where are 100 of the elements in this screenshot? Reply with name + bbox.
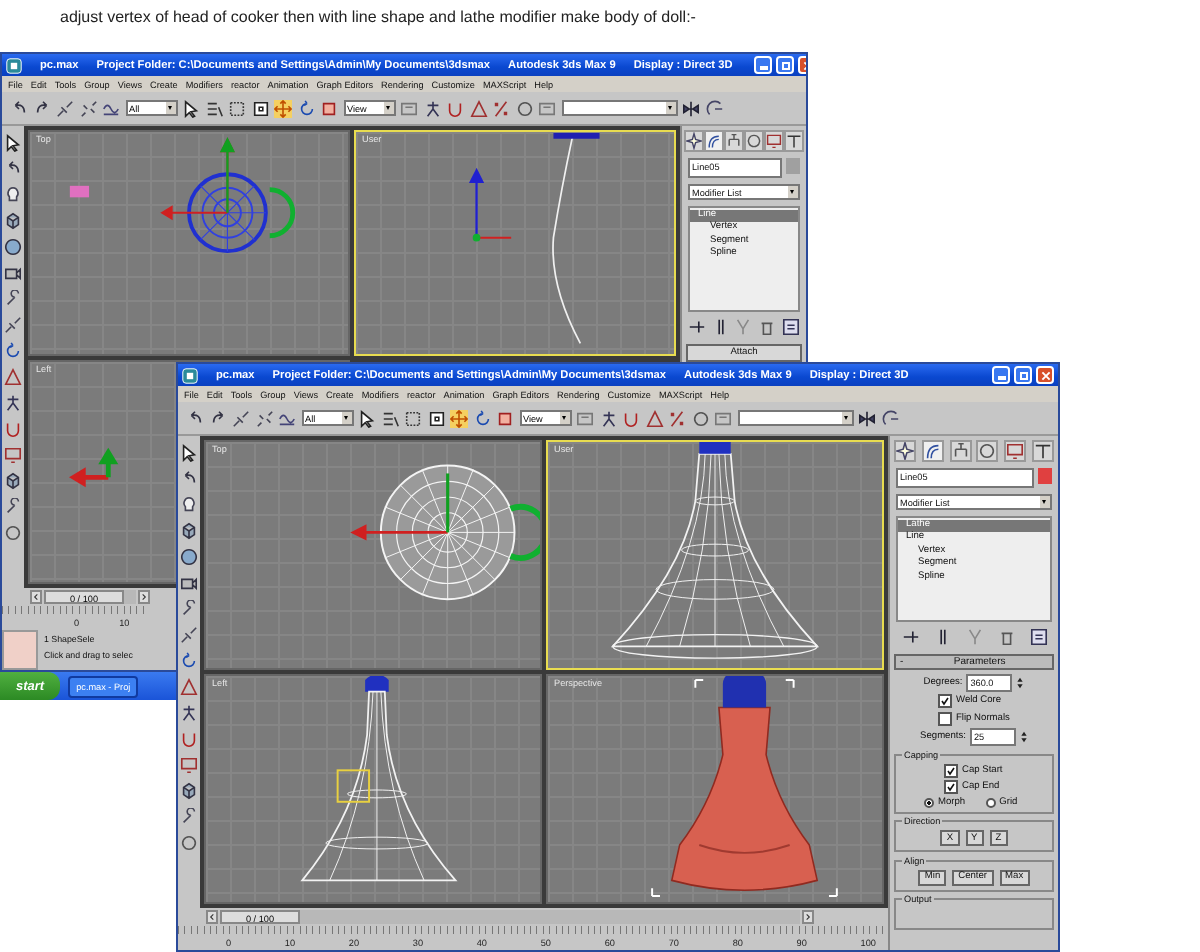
- radio-button[interactable]: [924, 797, 934, 807]
- circle-icon[interactable]: [744, 130, 764, 152]
- figure-icon[interactable]: [180, 704, 198, 722]
- magnet-icon[interactable]: [446, 99, 464, 117]
- lightbulb-icon[interactable]: [4, 186, 22, 204]
- cube-icon[interactable]: [4, 212, 22, 230]
- scale-icon[interactable]: [496, 409, 514, 427]
- dashed-square-icon[interactable]: [228, 99, 246, 117]
- checkbox[interactable]: [938, 711, 952, 725]
- close-button[interactable]: [1036, 366, 1054, 384]
- redo-icon[interactable]: [33, 99, 51, 117]
- named-selection-dropdown[interactable]: [737, 410, 853, 426]
- mirror-icon[interactable]: [682, 99, 700, 117]
- list-select-icon[interactable]: [205, 99, 223, 117]
- configure-icon[interactable]: [1029, 628, 1047, 646]
- align-icon[interactable]: [705, 99, 723, 117]
- redo-icon[interactable]: [209, 409, 227, 427]
- dashed-square-icon[interactable]: [404, 409, 422, 427]
- left-arrow-button[interactable]: [206, 910, 218, 924]
- wrench-icon[interactable]: [4, 498, 22, 516]
- named-selection-dropdown[interactable]: [561, 100, 677, 116]
- hierarchy-icon[interactable]: [724, 130, 744, 152]
- cube-icon[interactable]: [4, 472, 22, 490]
- sphere-icon[interactable]: [180, 548, 198, 566]
- cursor-icon[interactable]: [4, 134, 22, 152]
- rotate-icon[interactable]: [297, 99, 315, 117]
- chain-icon[interactable]: [4, 316, 22, 334]
- triangle-icon[interactable]: [469, 99, 487, 117]
- object-color-swatch[interactable]: [786, 158, 800, 174]
- align-icon[interactable]: [881, 409, 899, 427]
- monitor-icon[interactable]: [1003, 440, 1026, 462]
- undo-icon[interactable]: [4, 160, 22, 178]
- triangle-icon[interactable]: [180, 678, 198, 696]
- cursor-icon[interactable]: [182, 99, 200, 117]
- list-select-icon[interactable]: [381, 409, 399, 427]
- cursor-icon[interactable]: [180, 444, 198, 462]
- wave-icon[interactable]: [278, 409, 296, 427]
- magnet-icon[interactable]: [4, 420, 22, 438]
- radio-button[interactable]: [985, 797, 996, 807]
- monitor-icon[interactable]: [764, 130, 784, 152]
- chain-icon[interactable]: [180, 626, 198, 644]
- camera-icon[interactable]: [180, 574, 198, 592]
- triangle-icon[interactable]: [645, 409, 663, 427]
- maximize-button[interactable]: [1014, 366, 1032, 384]
- lightbulb-icon[interactable]: [180, 496, 198, 514]
- left-arrow-button[interactable]: [30, 590, 42, 604]
- minimize-button[interactable]: [754, 56, 773, 74]
- checkbox[interactable]: [938, 694, 952, 708]
- magnet-icon[interactable]: [622, 409, 640, 427]
- rotate-icon[interactable]: [4, 342, 22, 360]
- chain-icon[interactable]: [232, 409, 250, 427]
- bin-icon[interactable]: [997, 628, 1015, 646]
- checkbox[interactable]: [944, 763, 958, 777]
- minimize-button[interactable]: [992, 366, 1010, 384]
- chain-icon[interactable]: [56, 99, 74, 117]
- figure-icon[interactable]: [423, 99, 441, 117]
- monitor-icon[interactable]: [4, 446, 22, 464]
- mirror-icon[interactable]: [858, 409, 876, 427]
- wrench-icon[interactable]: [4, 290, 22, 308]
- broken-chain-icon[interactable]: [79, 99, 97, 117]
- pin-icon[interactable]: [901, 628, 919, 646]
- script-listener-field[interactable]: [2, 630, 38, 670]
- circle-icon[interactable]: [976, 440, 999, 462]
- undo-icon[interactable]: [186, 409, 204, 427]
- triangle-icon[interactable]: [4, 368, 22, 386]
- hammer-icon[interactable]: [784, 130, 804, 152]
- configure-icon[interactable]: [781, 318, 800, 336]
- cube-icon[interactable]: [180, 782, 198, 800]
- wave-icon[interactable]: [102, 99, 120, 117]
- right-arrow-button[interactable]: [138, 590, 150, 604]
- sphere-icon[interactable]: [4, 238, 22, 256]
- checkbox[interactable]: [944, 780, 958, 794]
- monitor-icon[interactable]: [180, 756, 198, 774]
- bend-icon[interactable]: [921, 440, 944, 462]
- object-color-swatch[interactable]: [1038, 468, 1052, 484]
- broken-chain-icon[interactable]: [255, 409, 273, 427]
- percent-icon[interactable]: [668, 409, 686, 427]
- percent-icon[interactable]: [492, 99, 510, 117]
- figure-icon[interactable]: [4, 394, 22, 412]
- wrench-icon[interactable]: [180, 600, 198, 618]
- magnet-icon[interactable]: [180, 730, 198, 748]
- hierarchy-icon[interactable]: [949, 440, 972, 462]
- undo-icon[interactable]: [180, 470, 198, 488]
- scale-icon[interactable]: [320, 99, 338, 117]
- sparkle-icon[interactable]: [894, 440, 917, 462]
- bend-icon[interactable]: [704, 130, 724, 152]
- cursor-icon[interactable]: [358, 409, 376, 427]
- right-arrow-button[interactable]: [802, 910, 814, 924]
- sparkle-icon[interactable]: [684, 130, 704, 152]
- cube-icon[interactable]: [180, 522, 198, 540]
- wrench-icon[interactable]: [180, 808, 198, 826]
- hammer-icon[interactable]: [1031, 440, 1054, 462]
- pin-icon[interactable]: [688, 318, 707, 336]
- figure-icon[interactable]: [599, 409, 617, 427]
- camera-icon[interactable]: [4, 264, 22, 282]
- rotate-icon[interactable]: [180, 652, 198, 670]
- maximize-button[interactable]: [776, 56, 795, 74]
- bin-icon[interactable]: [758, 318, 777, 336]
- rotate-icon[interactable]: [473, 409, 491, 427]
- undo-icon[interactable]: [10, 99, 28, 117]
